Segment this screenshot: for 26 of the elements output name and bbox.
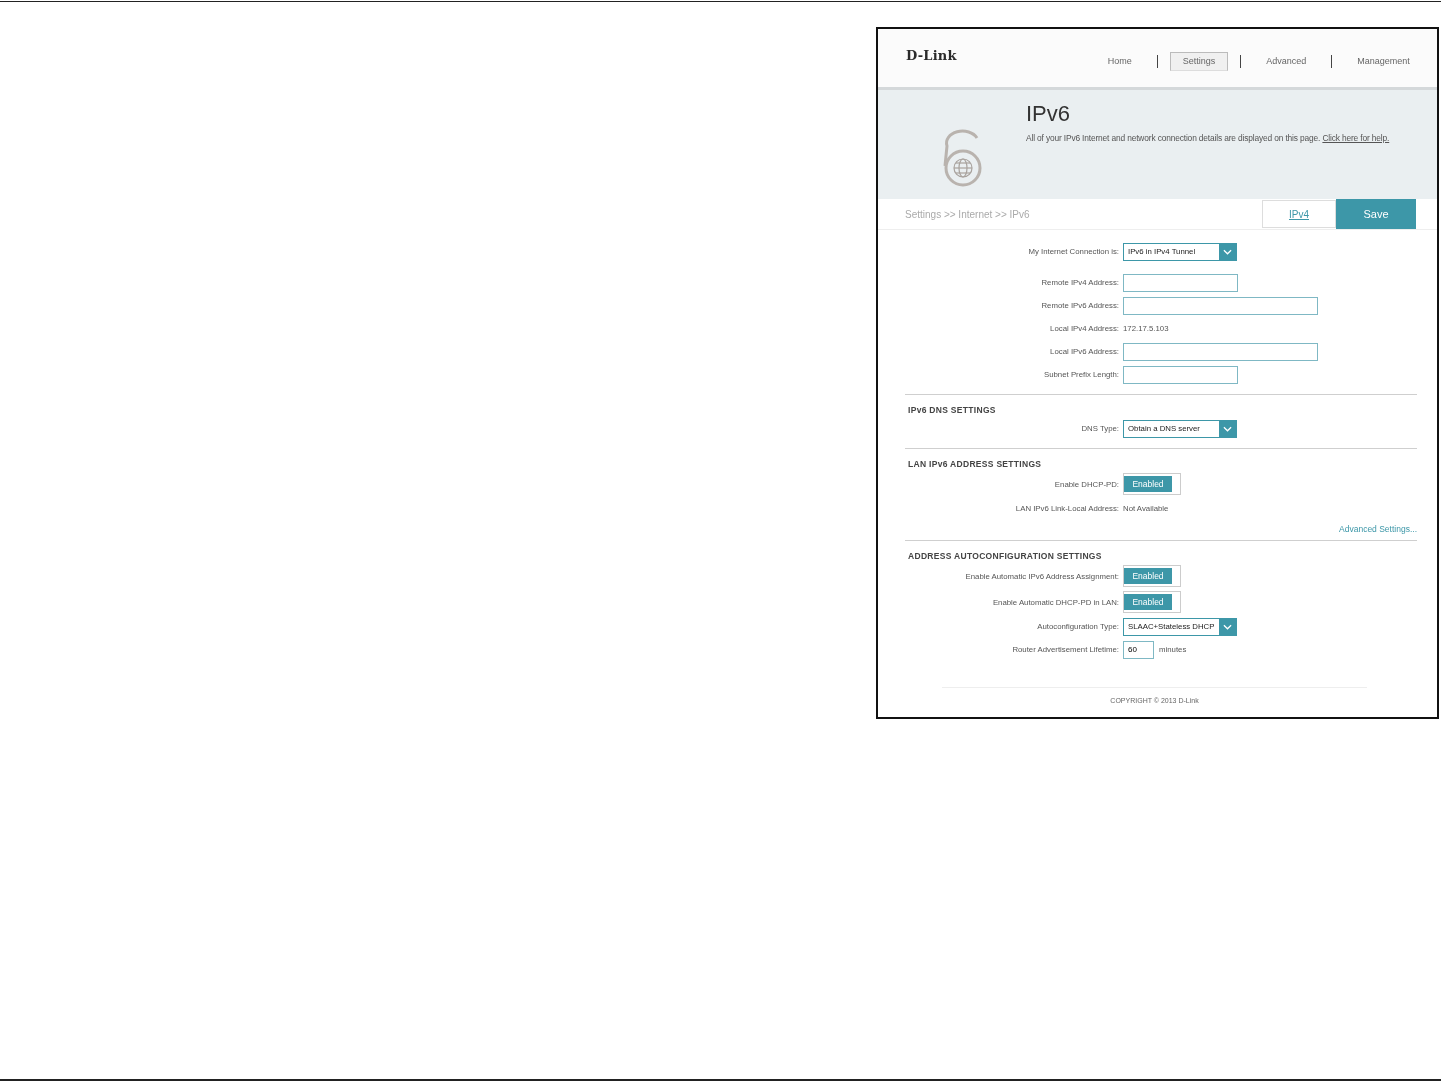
toggle-switch[interactable]: Enabled	[1123, 565, 1181, 587]
input-field[interactable]	[1123, 342, 1318, 361]
toggle-switch[interactable]: Enabled	[1123, 473, 1181, 495]
breadcrumb: Settings >> Internet >> IPv6	[905, 208, 1031, 220]
section-heading: IPv6 DNS SETTINGS	[908, 405, 997, 415]
input-field[interactable]	[1123, 273, 1238, 292]
section-heading: LAN IPv6 ADDRESS SETTINGS	[908, 459, 1043, 469]
logo: D-Link	[906, 48, 957, 63]
input-field[interactable]: 60	[1123, 640, 1154, 659]
caret-icon	[1219, 243, 1236, 260]
page-description: All of your IPv6 Internet and network connection details are displayed on this page. Click here for help.	[1026, 133, 1390, 143]
input-field[interactable]	[1123, 365, 1238, 384]
caret-icon	[1219, 618, 1236, 635]
save-button[interactable]: Save	[1336, 199, 1416, 229]
section-heading: ADDRESS AUTOCONFIGURATION SETTINGS	[908, 551, 1103, 561]
nav-tab[interactable]: Settings	[1169, 52, 1229, 71]
page-title: IPv6	[1026, 101, 1072, 127]
caret-icon	[1219, 420, 1236, 437]
help-link[interactable]: Click here for help.	[1322, 133, 1390, 143]
nav-tab[interactable]: Advanced	[1253, 52, 1320, 71]
input-field[interactable]	[1123, 296, 1318, 315]
toggle-switch[interactable]: Enabled	[1123, 591, 1181, 613]
advanced-settings-link[interactable]: Advanced Settings...	[1339, 524, 1417, 534]
nav-tab[interactable]: Home	[1094, 52, 1145, 71]
nav-tab[interactable]: Management	[1344, 52, 1423, 71]
ipv4-link[interactable]: IPv4	[1262, 200, 1336, 228]
